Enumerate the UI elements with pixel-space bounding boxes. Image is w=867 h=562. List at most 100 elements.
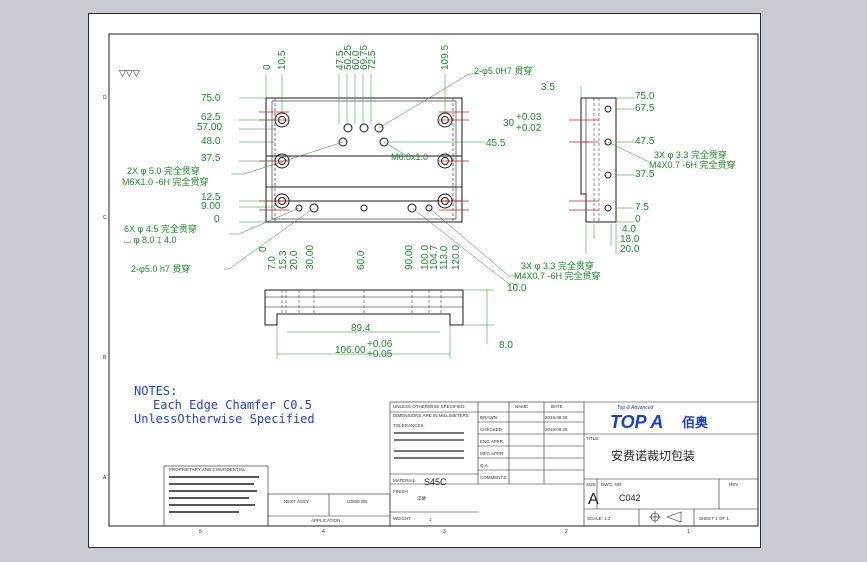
dim-bottom-0: 0 — [258, 246, 269, 252]
tb-weight: WEIGHT — [393, 516, 411, 521]
top-view — [265, 97, 463, 223]
side-view-y-dims: 75.0 67.5 47.5 37.5 7.5 0 — [635, 91, 655, 225]
tb-mfg-appr: MFG APPR. — [480, 451, 505, 456]
tb-dwg-label: DWG. NO. — [601, 482, 623, 487]
top-view-dim-lines — [239, 74, 484, 223]
surface-finish-symbol: ▽▽▽ — [119, 69, 140, 79]
notes-title: NOTES: — [134, 384, 177, 398]
dim-bottom-120: 120.0 — [451, 245, 462, 270]
dim-top-y-48: 48.0 — [201, 136, 221, 147]
zone-number-1: 1 — [687, 529, 690, 535]
tb-material: S45C — [424, 477, 447, 487]
side-view-centerlines — [569, 119, 599, 211]
dim-front-89-4: 89.4 — [351, 323, 371, 334]
dim-side-x-20: 20.0 — [620, 244, 640, 255]
dim-bottom-20: 20.0 — [289, 250, 300, 270]
tb-finish-label: FINISH — [393, 489, 408, 494]
zone-letter-a: A — [103, 475, 107, 481]
tb-name-col: NAME — [515, 404, 528, 409]
tb-date-2: 2019.08.28 — [545, 427, 568, 432]
tb-eng-appr: ENG APPR. — [480, 439, 504, 444]
tb-scale: SCALE: 1:2 — [587, 516, 611, 521]
drawing-sheet: 5 4 3 2 1 D C B A ▽▽▽ 0 10.5 47.5 50.25 … — [88, 13, 761, 548]
tb-date-1: 2019.08.28 — [545, 415, 568, 420]
callout-dim-45-5: 45.5 — [486, 138, 506, 149]
dim-bottom-30: 30.00 — [305, 245, 316, 270]
dim-side-y-37-5: 37.5 — [635, 169, 655, 180]
zone-number-4: 4 — [322, 529, 325, 535]
tb-comments: COMMENTS: — [480, 475, 508, 480]
drawing-canvas: 5 4 3 2 1 D C B A ▽▽▽ 0 10.5 47.5 50.25 … — [103, 33, 759, 535]
dim-top-y-57: 57.00 — [197, 122, 222, 133]
zone-letter-c: C — [103, 215, 107, 221]
notes-line-2: UnlessOtherwise Specified — [134, 412, 315, 426]
dim-top-y-9: 9.00 — [201, 201, 221, 212]
dim-side-y-75: 75.0 — [635, 91, 655, 102]
tb-material-label: MATERIAL — [393, 478, 416, 483]
dim-side-y-47-5: 47.5 — [635, 136, 655, 147]
callout-tol-30: 30 — [503, 118, 515, 129]
tb-used-on: USED ON — [347, 499, 368, 504]
projection-symbol — [649, 511, 682, 523]
dim-bottom-60: 60.0 — [356, 250, 367, 270]
tb-rev-label: REV — [729, 482, 738, 487]
callout-side-3x-b: M4X0.7 -6H 完全贯穿 — [649, 159, 736, 170]
callout-2x-tap-a: 2X φ 5.0 完全贯穿 — [127, 165, 200, 176]
tb-unless: UNLESS OTHERWISE SPECIFIED: — [393, 404, 466, 409]
top-view-x-dims: 0 10.5 47.5 50.25 60.0 69.75 72.5 109.5 — [262, 45, 451, 70]
tb-application: APPLICATION — [311, 518, 340, 523]
top-view-outline — [265, 97, 463, 223]
dim-top-x-72-5: 72.5 — [367, 50, 378, 70]
tb-next-assy: NEXT ASSY — [284, 499, 309, 504]
dim-front-106: 106.00 — [335, 345, 366, 356]
dim-front-10: 10.0 — [507, 283, 527, 294]
callout-m6: M6.0x1.0 — [391, 152, 428, 162]
dim-side-3-5: 3.5 — [541, 82, 555, 93]
dim-front-8: 8.0 — [499, 340, 513, 351]
callout-3x-tap-b: M4X0.7 -6H 完全贯穿 — [514, 270, 601, 281]
notes: NOTES: Each Edge Chamfer C0.5 UnlessOthe… — [134, 384, 315, 426]
zone-number-3: 3 — [443, 529, 446, 535]
callout-side-3x-a: 3X φ 3.3 完全贯穿 — [654, 149, 727, 160]
tb-qa: Q.A. — [480, 463, 489, 468]
tb-tolerances: TOLERANCES: — [393, 423, 425, 428]
dim-top-y-0: 0 — [214, 214, 220, 225]
callout-tol-30-upper: +0.03 — [516, 112, 542, 123]
side-view-x-dims: 4.0 18.0 20.0 — [620, 224, 640, 255]
logo-company-en: Top & Advanced — [617, 405, 654, 411]
top-view-y-dims: 75.0 62.5 57.00 48.0 37.5 12.5 9.00 0 — [197, 93, 222, 225]
tb-checked: CHECKED — [480, 427, 503, 432]
tapped-holes — [295, 123, 433, 213]
tb-finish-value: 淬硬 — [417, 495, 426, 502]
callout-6x-cb-b: ⌴ φ 8.0 ↧ 4.0 — [124, 235, 177, 245]
dim-top-y-37-5: 37.5 — [201, 153, 221, 164]
tb-date-col: DATE — [551, 404, 563, 409]
zone-number-2: 2 — [565, 529, 568, 535]
tb-title-label: TITLE: — [586, 436, 600, 441]
logo-company-cn: 佰奥 — [682, 415, 709, 431]
zone-letter-d: D — [103, 95, 107, 101]
tb-size: A — [588, 491, 599, 508]
tb-dwg-no: C042 — [619, 493, 641, 503]
dim-bottom-90: 90.00 — [404, 245, 415, 270]
dim-bottom-113: 113.0 — [439, 245, 450, 270]
dim-bottom-7: 7.0 — [267, 256, 278, 270]
zone-letter-b: B — [103, 355, 107, 361]
callout-pin-h7: 2-φ5.0 h7 贯穿 — [131, 263, 190, 274]
tb-size-label: SIZE — [586, 482, 596, 487]
tb-part-title: 安费诺裁切包装 — [611, 448, 695, 463]
dim-front-106-lower: +0.05 — [367, 349, 393, 360]
tb-proprietary: PROPRIETARY AND CONFIDENTIAL — [169, 467, 246, 472]
tb-sheet: SHEET 1 OF 1 — [699, 516, 729, 521]
company-logo: Top & Advanced TOP A 佰奥 — [610, 405, 709, 432]
front-view — [264, 289, 464, 326]
dim-side-y-7-5: 7.5 — [635, 202, 649, 213]
tb-sheet-no: 1 — [429, 517, 432, 522]
callout-3x-tap-a: 3X φ 3.3 完全贯穿 — [521, 260, 594, 271]
callout-pin-hole-top: 2-φ5.0H7 贯穿 — [474, 65, 532, 76]
dim-side-y-67-5: 67.5 — [635, 103, 655, 114]
side-view — [580, 97, 617, 223]
callout-6x-cb-a: 6X φ 4.5 完全贯穿 — [124, 223, 197, 234]
tb-drawn: DRAWN — [480, 415, 497, 420]
dim-top-x-0: 0 — [262, 64, 273, 70]
